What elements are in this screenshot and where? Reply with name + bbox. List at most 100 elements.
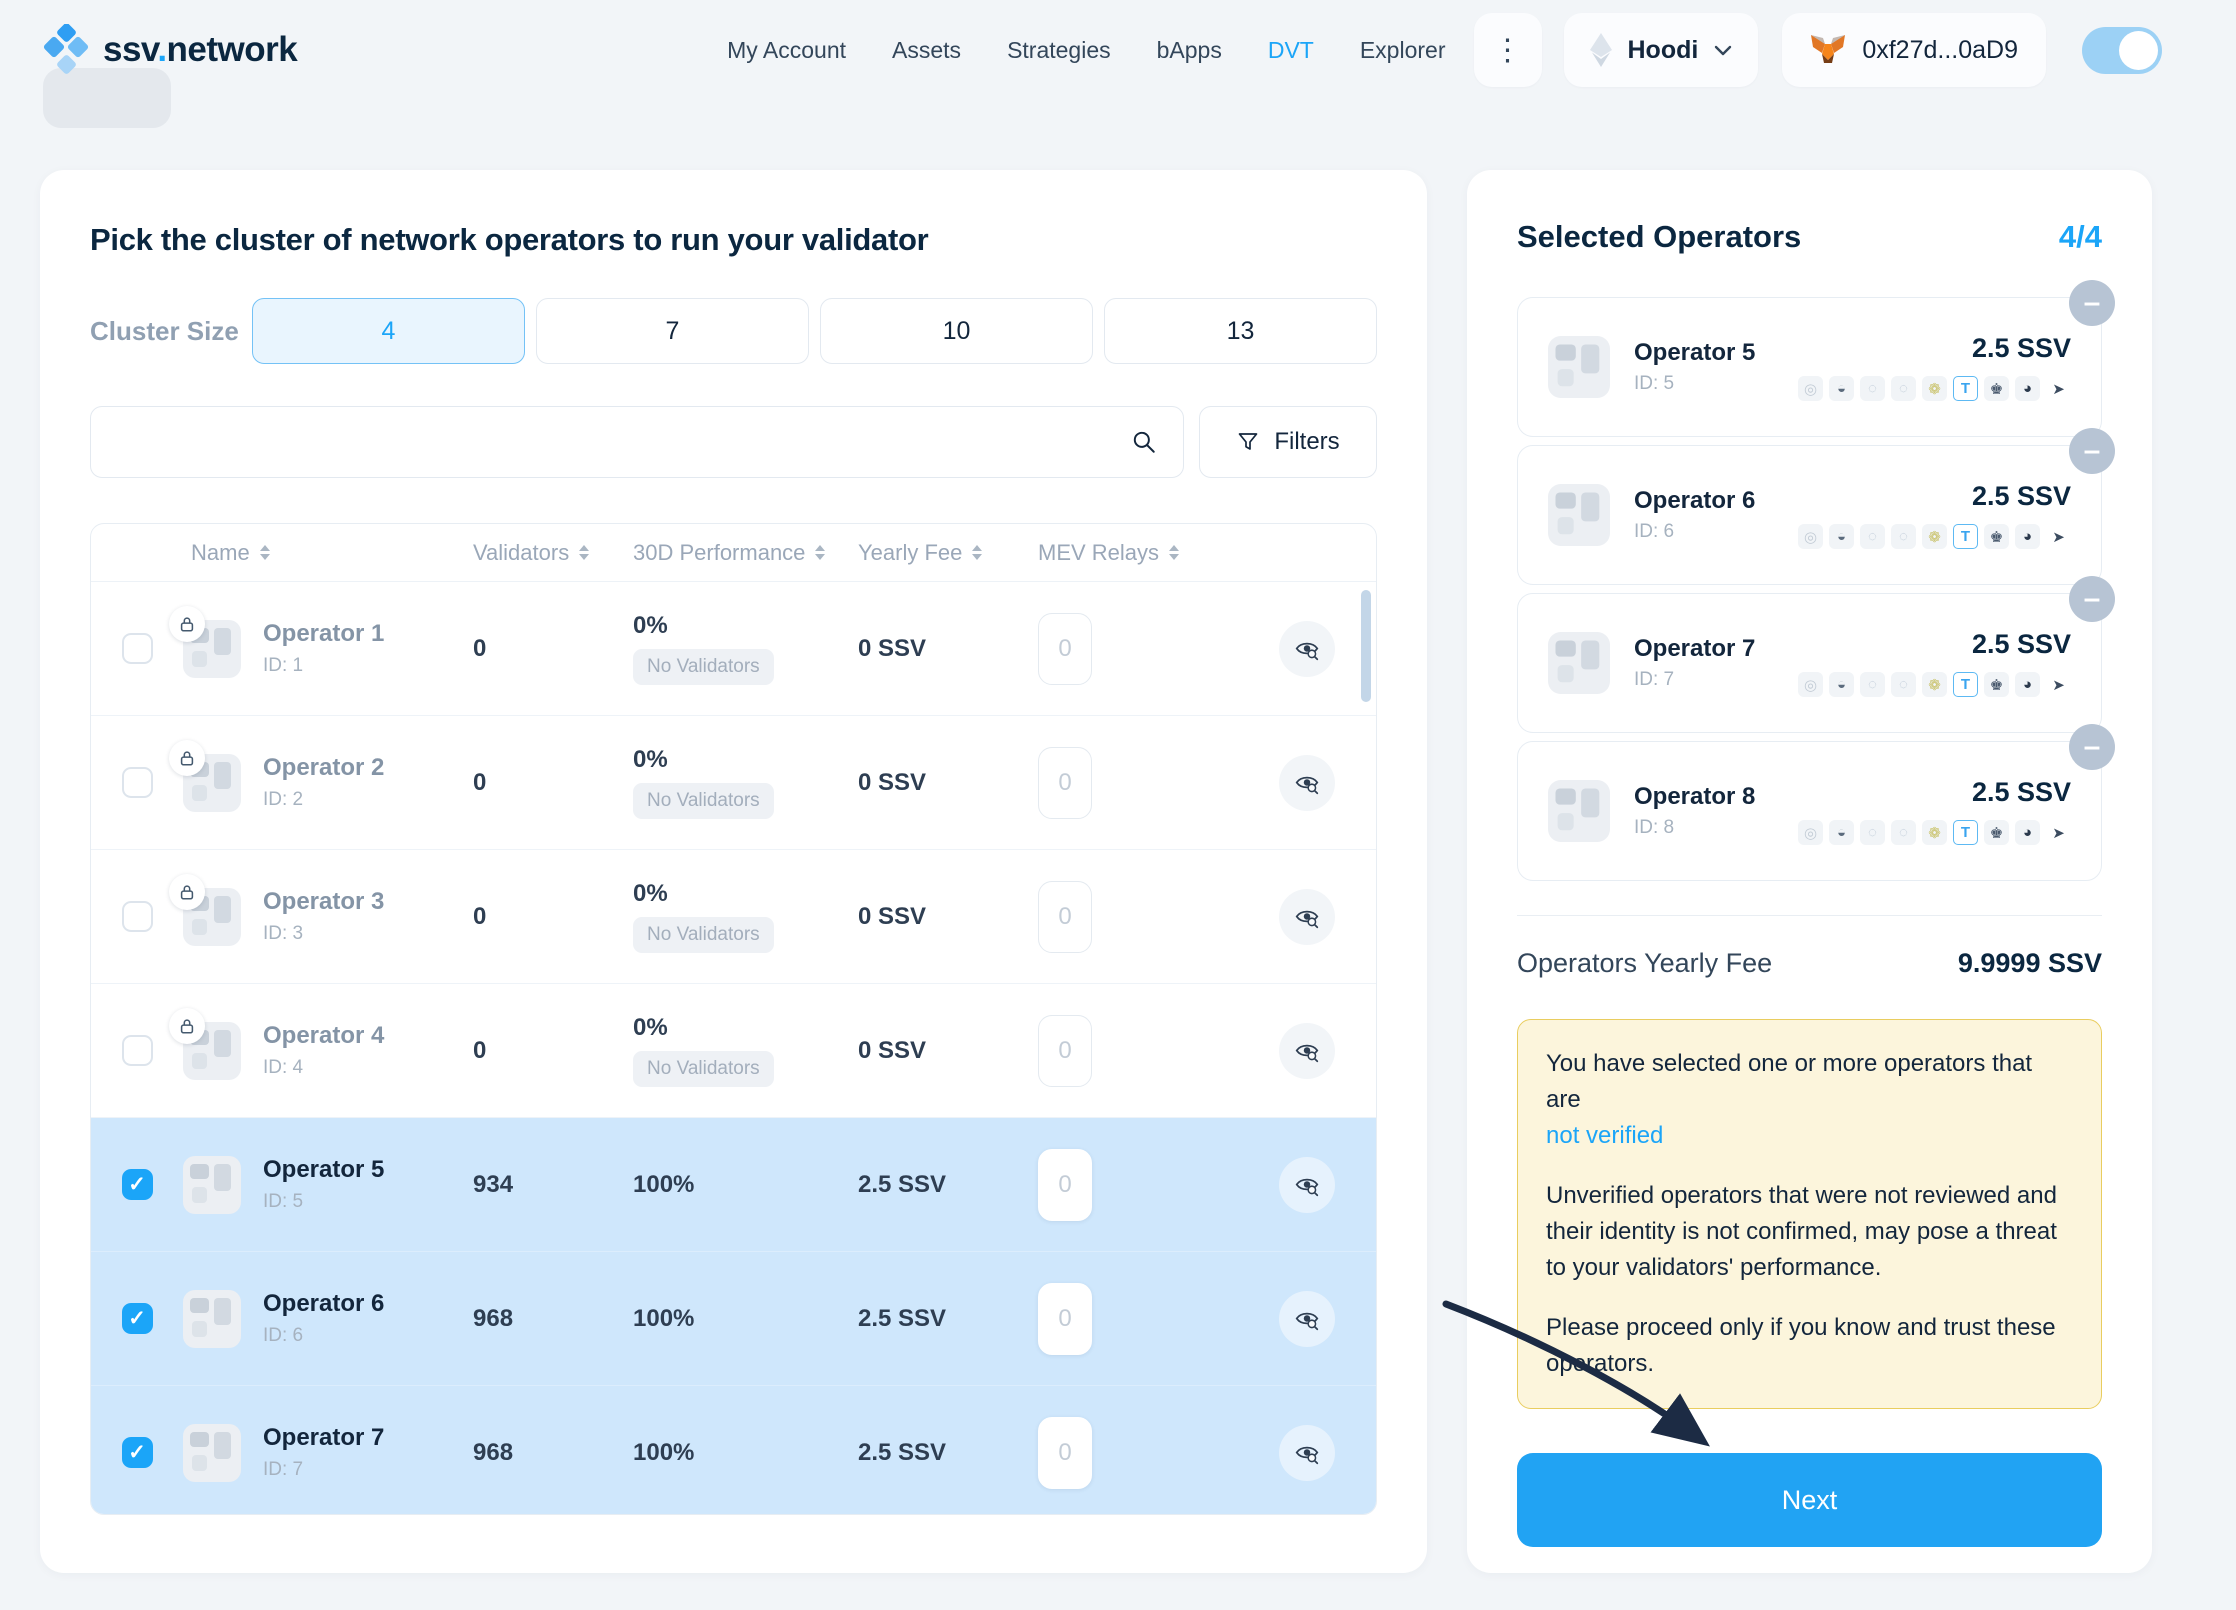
mev-relay-agnostic-icon: ◒ [1829, 672, 1854, 697]
nav-item-dvt[interactable]: DVT [1268, 37, 1314, 64]
operator-name: Operator 6 [1634, 487, 1755, 516]
ssv-network-logo[interactable]: ssv.network [43, 24, 297, 76]
view-operator-button[interactable] [1279, 1291, 1335, 1347]
nav-item-strategies[interactable]: Strategies [1007, 37, 1111, 64]
table-row-operator-7[interactable]: ✓ Operator 7 ID: 7 968 100% 2.5 SSV 0 [91, 1386, 1376, 1515]
network-selector[interactable]: Hoodi [1564, 13, 1759, 87]
row-checkbox[interactable]: ✓ [122, 1303, 153, 1334]
view-operator-button[interactable] [1279, 889, 1335, 945]
cluster-size-7-button[interactable]: 7 [536, 298, 809, 364]
column-header-validators[interactable]: Validators [473, 540, 633, 566]
table-row-operator-2[interactable]: Operator 2 ID: 2 0 0% No Validators 0 SS… [91, 716, 1376, 850]
mev-relay-ultrasound-icon: ◕ [2015, 524, 2040, 549]
mev-relays-count[interactable]: 0 [1038, 881, 1092, 953]
not-verified-link[interactable]: not verified [1546, 1122, 1663, 1149]
nav-item-my-account[interactable]: My Account [727, 37, 846, 64]
view-operator-button[interactable] [1279, 621, 1335, 677]
nav-item-bapps[interactable]: bApps [1157, 37, 1222, 64]
wallet-button[interactable]: 0xf27d...0aD9 [1782, 13, 2046, 87]
operator-id: ID: 7 [263, 1459, 384, 1481]
table-row-operator-6[interactable]: ✓ Operator 6 ID: 6 968 100% 2.5 SSV 0 [91, 1252, 1376, 1386]
table-scrollbar-thumb[interactable] [1361, 590, 1371, 702]
next-button[interactable]: Next [1517, 1453, 2102, 1547]
view-operator-button[interactable] [1279, 1023, 1335, 1079]
search-input[interactable] [117, 428, 1131, 456]
column-header-yearly-fee[interactable]: Yearly Fee [858, 540, 1038, 566]
ethereum-icon [1590, 33, 1612, 67]
row-checkbox[interactable]: ✓ [122, 1437, 153, 1468]
column-header-mev-relays[interactable]: MEV Relays [1038, 540, 1238, 566]
table-row-operator-1[interactable]: Operator 1 ID: 1 0 0% No Validators 0 SS… [91, 582, 1376, 716]
cluster-size-row: Cluster Size 4 7 10 13 [90, 298, 1377, 364]
table-row-operator-3[interactable]: Operator 3 ID: 3 0 0% No Validators 0 SS… [91, 850, 1376, 984]
operator-logo [1548, 484, 1610, 546]
view-operator-button[interactable] [1279, 1157, 1335, 1213]
search-box[interactable] [90, 406, 1184, 478]
cluster-size-10-button[interactable]: 10 [820, 298, 1093, 364]
row-checkbox[interactable]: ✓ [122, 1169, 153, 1200]
remove-operator-button[interactable]: – [2069, 576, 2115, 622]
remove-operator-button[interactable]: – [2069, 724, 2115, 770]
row-checkbox[interactable] [122, 767, 153, 798]
cluster-size-label: Cluster Size [90, 316, 252, 347]
operators-table: Name Validators 30D Performance Yearly F… [90, 523, 1377, 1515]
mev-relay-agnostic-icon: ◒ [1829, 376, 1854, 401]
view-operator-button[interactable] [1279, 755, 1335, 811]
no-validators-badge: No Validators [633, 649, 774, 685]
validators-count: 0 [473, 1037, 633, 1065]
operator-name: Operator 7 [1634, 635, 1755, 664]
row-checkbox[interactable] [122, 901, 153, 932]
selected-operator-card-operator-6: – Operator 6 ID: 6 2.5 SSV ◎◒◌◌❁T♚◕➤ [1517, 445, 2102, 585]
mev-relay-titan-icon: T [1953, 672, 1978, 697]
mev-relays-count[interactable]: 0 [1038, 1283, 1092, 1355]
search-icon [1131, 429, 1157, 455]
row-checkbox[interactable] [122, 633, 153, 664]
validators-count: 968 [473, 1305, 633, 1333]
operator-id: ID: 1 [263, 655, 384, 677]
validators-count: 934 [473, 1171, 633, 1199]
performance-value: 0% [633, 880, 668, 908]
chevron-down-icon [1714, 45, 1732, 56]
kebab-icon: ⋮ [1493, 33, 1523, 68]
cluster-size-4-button[interactable]: 4 [252, 298, 525, 364]
validators-count: 0 [473, 903, 633, 931]
divider [1517, 915, 2102, 916]
operator-logo [1548, 336, 1610, 398]
yearly-fee-value: 0 SSV [858, 903, 1038, 931]
view-operator-button[interactable] [1279, 1425, 1335, 1481]
theme-toggle[interactable] [2082, 27, 2162, 74]
operator-id: ID: 6 [1634, 521, 1755, 543]
cluster-size-13-button[interactable]: 13 [1104, 298, 1377, 364]
warning-line1: You have selected one or more operators … [1546, 1050, 2032, 1113]
operator-id: ID: 4 [263, 1057, 384, 1079]
mev-relay-crown-icon: ♚ [1984, 524, 2009, 549]
table-row-operator-5[interactable]: ✓ Operator 5 ID: 5 934 100% 2.5 SSV 0 [91, 1118, 1376, 1252]
more-menu-button[interactable]: ⋮ [1474, 13, 1542, 87]
operator-name: Operator 7 [263, 1424, 384, 1453]
filters-button[interactable]: Filters [1199, 406, 1377, 478]
column-header-name[interactable]: Name [183, 540, 473, 566]
mev-relay-swirl-2-icon: ◌ [1891, 820, 1916, 845]
mev-relay-ultrasound-icon: ◕ [2015, 376, 2040, 401]
mev-relay-bird-icon: ➤ [2046, 672, 2071, 697]
mev-relays-count[interactable]: 0 [1038, 747, 1092, 819]
mev-relays-count[interactable]: 0 [1038, 613, 1092, 685]
nav-item-assets[interactable]: Assets [892, 37, 961, 64]
operator-name: Operator 8 [1634, 783, 1755, 812]
lock-icon [169, 1008, 205, 1044]
operator-name: Operator 2 [263, 754, 384, 783]
mev-relays-count[interactable]: 0 [1038, 1149, 1092, 1221]
eye-explorer-icon [1294, 1440, 1320, 1466]
table-row-operator-4[interactable]: Operator 4 ID: 4 0 0% No Validators 0 SS… [91, 984, 1376, 1118]
remove-operator-button[interactable]: – [2069, 280, 2115, 326]
mev-relay-agnostic-icon: ◒ [1829, 820, 1854, 845]
nav-item-explorer[interactable]: Explorer [1360, 37, 1446, 64]
sort-icon [1169, 545, 1179, 560]
performance-value: 100% [633, 1305, 694, 1333]
mev-relays-count[interactable]: 0 [1038, 1015, 1092, 1087]
column-header-performance[interactable]: 30D Performance [633, 540, 858, 566]
mev-relay-bird-icon: ➤ [2046, 524, 2071, 549]
remove-operator-button[interactable]: – [2069, 428, 2115, 474]
row-checkbox[interactable] [122, 1035, 153, 1066]
mev-relays-count[interactable]: 0 [1038, 1417, 1092, 1489]
